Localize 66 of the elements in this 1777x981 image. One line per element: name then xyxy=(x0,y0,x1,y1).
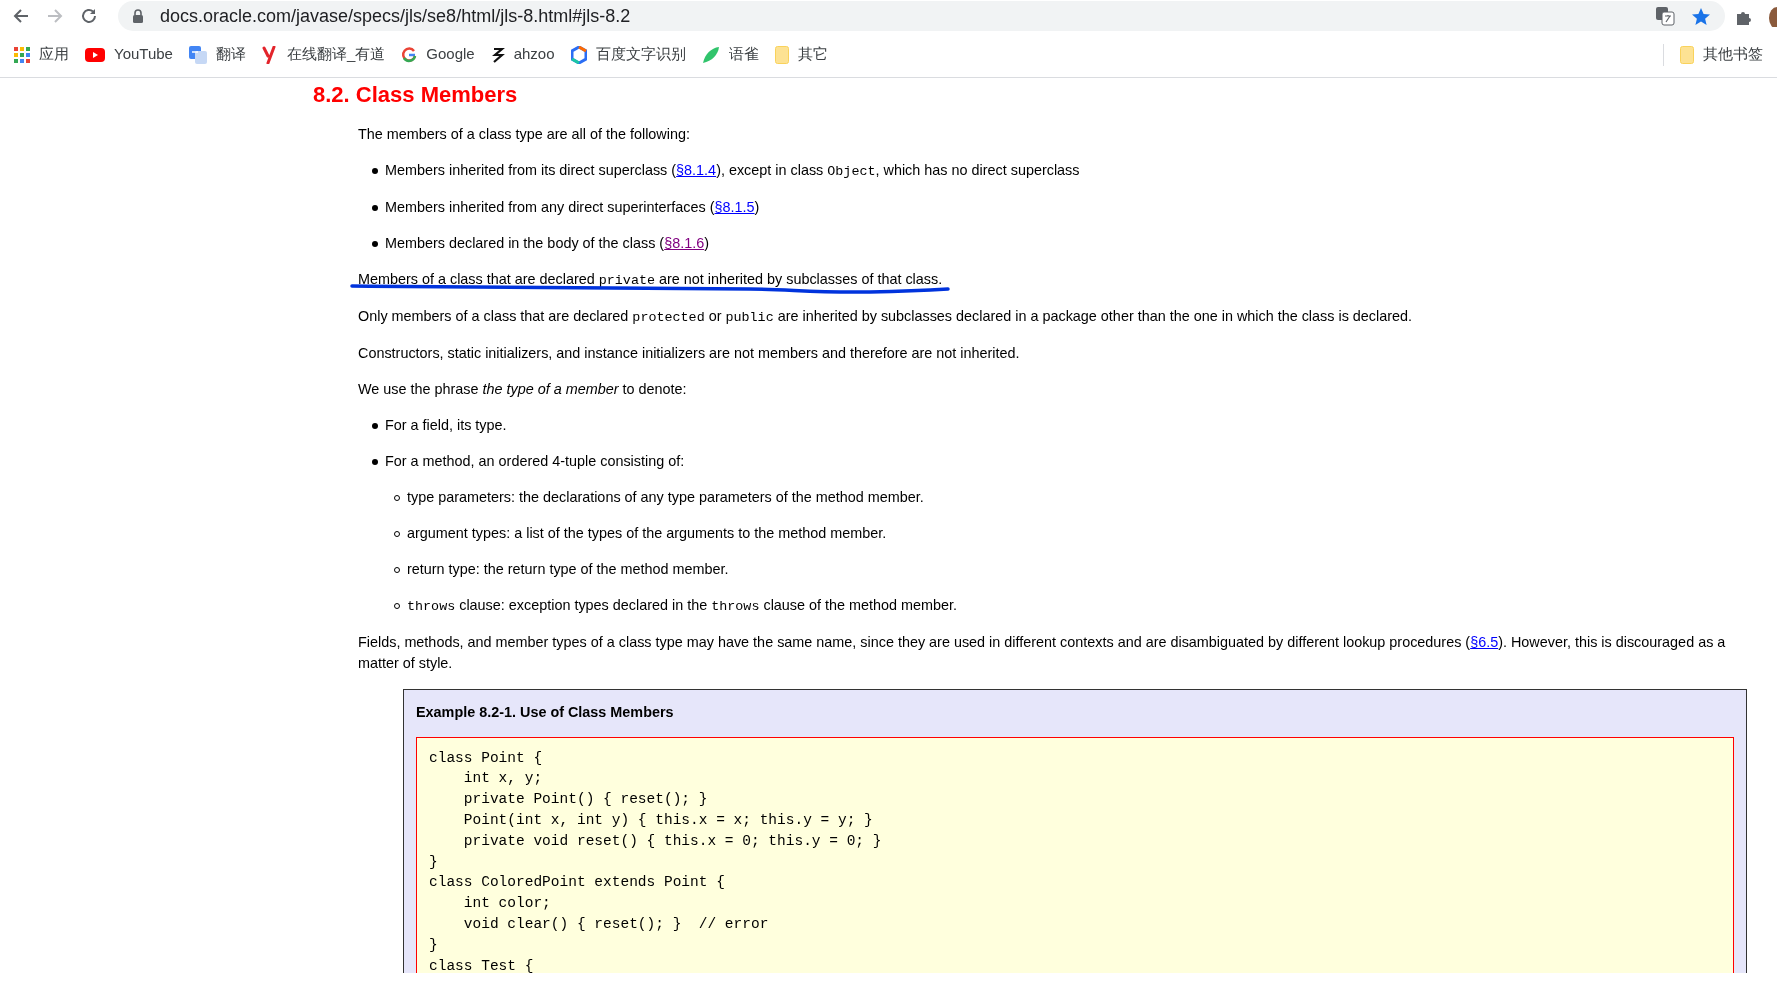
lock-icon xyxy=(132,8,144,24)
link[interactable]: §8.1.6 xyxy=(664,235,705,251)
bullet-icon xyxy=(372,205,378,211)
bullet-icon xyxy=(372,459,378,465)
bookmark[interactable]: 在线翻译_有道 xyxy=(253,40,394,69)
code-line: Point(int x, int y) { this.x = x; this.y = y; } xyxy=(462,811,874,830)
code-line: class ColoredPoint extends Point { xyxy=(429,873,726,893)
list-item: Members inherited from its direct superclass (§8.1.4), except in class Object, which has no direct superclass xyxy=(385,161,1080,181)
code-line: int x, y; xyxy=(462,769,544,789)
folder-icon xyxy=(774,45,789,64)
apps-icon xyxy=(14,46,30,63)
list-item: For a method, an ordered 4-tuple consisting of: xyxy=(385,452,685,471)
paragraph: Constructors, static initializers, and instance initializers are not members and therefore are not inherited. xyxy=(358,344,1021,363)
code-line: class Test { xyxy=(429,956,535,973)
link[interactable]: §6.5 xyxy=(1470,634,1499,650)
bullet-icon xyxy=(372,423,378,429)
paragraph: The members of a class type are all of the following: xyxy=(358,125,691,144)
translate-icon[interactable] xyxy=(1655,6,1675,26)
back-icon xyxy=(12,7,30,25)
code-line: } xyxy=(429,852,439,872)
g-logo-icon xyxy=(401,46,418,63)
leaf-icon xyxy=(701,45,720,64)
address-bar[interactable]: docs.oracle.com/javase/specs/jls/se8/html/jls-8.html#jls-8.2 xyxy=(118,1,1725,31)
bullet-icon xyxy=(372,241,378,247)
bookmark[interactable]: 百度文字识别 xyxy=(562,40,694,69)
list-item: For a field, its type. xyxy=(385,416,507,435)
code-line: private Point() { reset(); } xyxy=(462,790,709,810)
bookmark[interactable]: Google xyxy=(393,40,483,69)
code-line: } xyxy=(429,935,439,955)
link[interactable]: §8.1.4 xyxy=(676,162,717,178)
hexagon-icon xyxy=(570,45,587,64)
list-item: throws clause: exception types declared in the throws clause of the method member. xyxy=(407,596,957,616)
folder-icon xyxy=(1680,45,1694,64)
code-line: int color; xyxy=(462,894,552,914)
url-text: docs.oracle.com/javase/specs/jls/se8/html/jls-8.html#jls-8.2 xyxy=(160,4,631,28)
list-item: type parameters: the declarations of any type parameters of the method member. xyxy=(407,488,924,507)
squiggle-icon xyxy=(490,45,505,64)
other-bookmarks-button[interactable]: 其他书签 xyxy=(1672,40,1771,69)
play-icon xyxy=(85,47,105,62)
bullet-icon xyxy=(372,168,378,174)
bookmark[interactable]: 其它 xyxy=(766,40,836,69)
forward-icon xyxy=(46,7,64,25)
bookmark[interactable]: 语雀 xyxy=(693,40,767,69)
list-item: Members declared in the body of the class (§8.1.6) xyxy=(385,234,709,253)
list-item: return type: the return type of the method member. xyxy=(407,560,729,579)
list-item: Members inherited from any direct superinterfaces (§8.1.5) xyxy=(385,198,760,217)
section-heading: 8.2. Class Members xyxy=(313,82,519,108)
paragraph: Members of a class that are declared private are not inherited by subclasses of that class. xyxy=(358,270,944,290)
link[interactable]: §8.1.5 xyxy=(714,199,755,215)
paragraph: Only members of a class that are declared protected or public are inherited by subclasses declared in a package other than the one in which the class is declared. xyxy=(358,307,1414,327)
bookmark[interactable]: 应用 xyxy=(6,40,77,69)
translate-icon xyxy=(188,45,207,64)
reload-icon xyxy=(80,7,98,25)
bookmark[interactable]: YouTube xyxy=(77,40,181,69)
star-icon[interactable] xyxy=(1691,6,1711,27)
list-item: argument types: a list of the types of the arguments to the method member. xyxy=(407,524,887,543)
bookmark[interactable]: ahzoo xyxy=(482,40,563,69)
example-title: Example 8.2-1. Use of Class Members xyxy=(416,703,675,722)
code-line: class Point { xyxy=(429,748,544,768)
bookmark[interactable]: 翻译 xyxy=(180,40,254,69)
code-line: void clear() { reset(); } // error xyxy=(462,915,770,934)
avatar-icon[interactable] xyxy=(1769,6,1777,27)
y-logo-icon xyxy=(261,45,278,64)
code-line: private void reset() { this.x = 0; this.y = 0; } xyxy=(462,831,883,851)
paragraph: Fields, methods, and member types of a class type may have the same name, since they are used in different contexts and are disambiguated by different lookup procedures (§6.5). However, this is discouraged as a matter of style. xyxy=(358,633,1727,673)
paragraph: We use the phrase the type of a member to denote: xyxy=(358,380,688,399)
